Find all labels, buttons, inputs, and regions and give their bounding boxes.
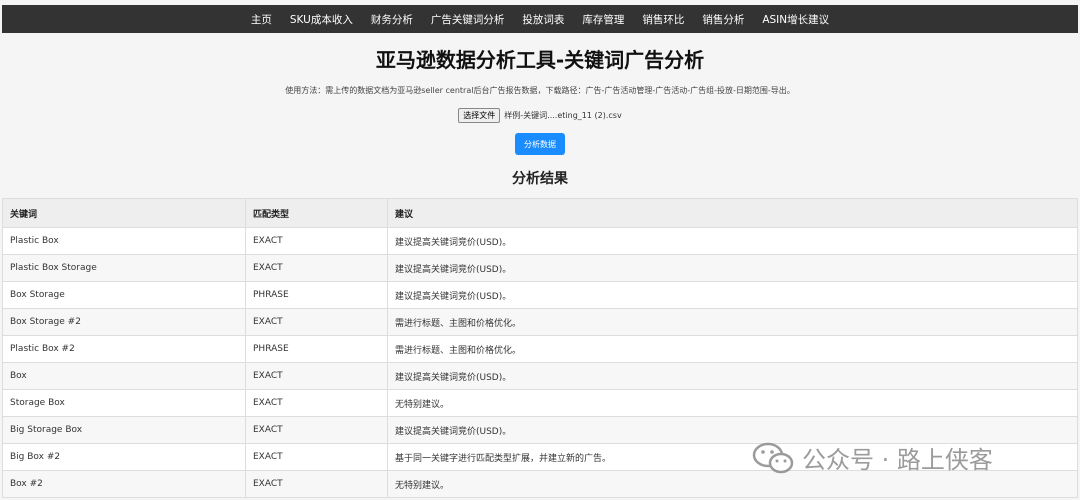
cell-keyword: Box #2 [2, 470, 246, 498]
table-header-row: 关键词 匹配类型 建议 [2, 198, 1078, 228]
cell-match-type: EXACT [245, 227, 388, 255]
cell-match-type: EXACT [245, 389, 388, 417]
usage-instructions: 使用方法：需上传的数据文档为亚马逊seller central后台广告报告数据，… [285, 86, 795, 95]
cell-match-type: PHRASE [245, 335, 388, 363]
table-row: Box Storage PHRASE 建议提高关键词竞价(USD)。 [2, 281, 1078, 309]
page: 主页 SKU成本收入 财务分析 广告关键词分析 投放词表 库存管理 销售环比 销… [0, 0, 1080, 500]
cell-keyword: Plastic Box Storage [2, 254, 246, 282]
nav-finance-analysis[interactable]: 财务分析 [371, 12, 413, 27]
cell-match-type: EXACT [245, 416, 388, 444]
nav-sales-analysis[interactable]: 销售分析 [702, 12, 744, 27]
nav-sku-cost-income[interactable]: SKU成本收入 [290, 12, 353, 27]
cell-keyword: Storage Box [2, 389, 246, 417]
cell-match-type: EXACT [245, 443, 388, 471]
top-navbar: 主页 SKU成本收入 财务分析 广告关键词分析 投放词表 库存管理 销售环比 销… [2, 5, 1078, 33]
cell-match-type: EXACT [245, 470, 388, 498]
column-header-advice: 建议 [387, 198, 1078, 228]
cell-keyword: Box [2, 362, 246, 390]
nav-sales-mom[interactable]: 销售环比 [642, 12, 684, 27]
cell-advice: 建议提高关键词竞价(USD)。 [387, 254, 1078, 282]
nav-inventory[interactable]: 库存管理 [582, 12, 624, 27]
watermark-text: 公众号 · 路上侠客 [802, 446, 993, 474]
cell-advice: 需进行标题、主图和价格优化。 [387, 335, 1078, 363]
table-row: Box EXACT 建议提高关键词竞价(USD)。 [2, 362, 1078, 390]
cell-advice: 建议提高关键词竞价(USD)。 [387, 281, 1078, 309]
choose-file-button[interactable]: 选择文件 [458, 108, 501, 123]
results-title: 分析结果 [512, 171, 568, 187]
cell-match-type: PHRASE [245, 281, 388, 309]
cell-advice: 无特别建议。 [387, 389, 1078, 417]
watermark: 公众号 · 路上侠客 [752, 440, 993, 475]
nav-home[interactable]: 主页 [251, 12, 272, 27]
nav-ad-keyword-analysis[interactable]: 广告关键词分析 [431, 12, 505, 27]
table-row: Plastic Box Storage EXACT 建议提高关键词竞价(USD)… [2, 254, 1078, 282]
selected-file-name: 样例-关键词....eting_11 (2).csv [504, 111, 622, 120]
table-row: Storage Box EXACT 无特别建议。 [2, 389, 1078, 417]
nav-targeting-list[interactable]: 投放词表 [522, 12, 564, 27]
cell-keyword: Big Storage Box [2, 416, 246, 444]
cell-keyword: Box Storage [2, 281, 246, 309]
cell-advice: 建议提高关键词竞价(USD)。 [387, 227, 1078, 255]
cell-keyword: Big Box #2 [2, 443, 246, 471]
wechat-icon [752, 442, 794, 473]
cell-match-type: EXACT [245, 362, 388, 390]
cell-keyword: Plastic Box #2 [2, 335, 246, 363]
cell-advice: 建议提高关键词竞价(USD)。 [387, 362, 1078, 390]
file-upload-row: 选择文件 样例-关键词....eting_11 (2).csv [0, 108, 1080, 123]
table-row: Plastic Box EXACT 建议提高关键词竞价(USD)。 [2, 227, 1078, 255]
cell-advice: 需进行标题、主图和价格优化。 [387, 308, 1078, 336]
column-header-match-type: 匹配类型 [245, 198, 388, 228]
nav-asin-growth[interactable]: ASIN增长建议 [762, 12, 829, 27]
column-header-keyword: 关键词 [2, 198, 246, 228]
table-row: Plastic Box #2 PHRASE 需进行标题、主图和价格优化。 [2, 335, 1078, 363]
cell-keyword: Plastic Box [2, 227, 246, 255]
cell-keyword: Box Storage #2 [2, 308, 246, 336]
analyze-data-button[interactable]: 分析数据 [515, 133, 565, 155]
cell-match-type: EXACT [245, 254, 388, 282]
cell-match-type: EXACT [245, 308, 388, 336]
table-row: Box Storage #2 EXACT 需进行标题、主图和价格优化。 [2, 308, 1078, 336]
page-title: 亚马逊数据分析工具-关键词广告分析 [375, 48, 705, 72]
